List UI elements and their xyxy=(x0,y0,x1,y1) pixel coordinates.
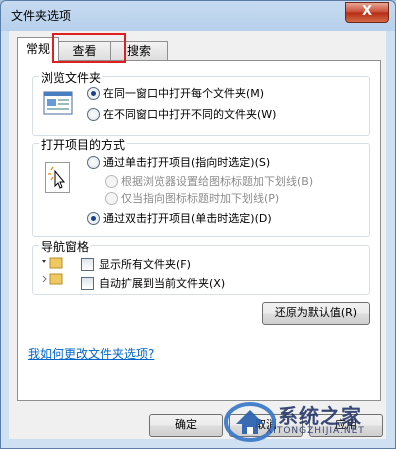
navigation-pane-group: 导航窗格 显示所有文件夹(F) 自动扩展到当前文件夹(X) xyxy=(32,238,370,295)
folder-options-window: 文件夹选项 X 常规 查看 搜索 浏览文件夹 在同一窗口中打开每个文件夹(M) xyxy=(0,0,396,449)
different-window-label[interactable]: 在不同窗口中打开不同的文件夹(W) xyxy=(103,106,276,122)
browse-folders-icon xyxy=(43,91,73,118)
browse-folders-title: 浏览文件夹 xyxy=(39,69,104,86)
underline-hover-label[interactable]: 仅当指向图标标题时加下划线(P) xyxy=(121,190,279,206)
watermark-subtext: XITONGZHIJIA.NET xyxy=(266,426,365,436)
site-watermark: 系统之家 XITONGZHIJIA.NET xyxy=(222,396,394,446)
single-click-radio[interactable] xyxy=(87,156,100,169)
same-window-label[interactable]: 在同一窗口中打开每个文件夹(M) xyxy=(103,85,264,101)
underline-browser-radio[interactable] xyxy=(105,175,118,188)
show-all-folders-checkbox[interactable] xyxy=(81,258,94,271)
navigation-pane-title: 导航窗格 xyxy=(39,238,92,255)
help-link[interactable]: 我如何更改文件夹选项? xyxy=(28,345,154,362)
show-all-folders-label[interactable]: 显示所有文件夹(F) xyxy=(99,256,191,272)
watermark-text: 系统之家 xyxy=(278,404,362,428)
close-button[interactable]: X xyxy=(345,2,389,23)
view-tab-highlight xyxy=(52,33,126,63)
auto-expand-checkbox[interactable] xyxy=(81,277,94,290)
watermark-logo-icon xyxy=(224,402,276,442)
underline-browser-label[interactable]: 根据浏览器设置给图标标题加下划线(B) xyxy=(121,173,313,189)
window-title: 文件夹选项 xyxy=(11,9,72,23)
browse-folders-group: 浏览文件夹 在同一窗口中打开每个文件夹(M) 在不同窗口中打开不同的文件夹(W) xyxy=(32,69,370,136)
pointer-icon xyxy=(45,162,71,197)
same-window-radio[interactable] xyxy=(87,87,100,100)
double-click-label[interactable]: 通过双击打开项目(单击时选定)(D) xyxy=(103,210,272,226)
auto-expand-label[interactable]: 自动扩展到当前文件夹(X) xyxy=(99,275,225,291)
title-bar[interactable]: 文件夹选项 X xyxy=(1,1,395,29)
underline-hover-radio[interactable] xyxy=(105,192,118,205)
restore-defaults-button[interactable]: 还原为默认值(R) xyxy=(262,302,370,325)
click-items-group: 打开项目的方式 通过单击打开项目(指向时选定)(S) 根据浏览器设置给图标标题加… xyxy=(32,136,370,237)
double-click-radio[interactable] xyxy=(87,212,100,225)
single-click-label[interactable]: 通过单击打开项目(指向时选定)(S) xyxy=(103,154,270,170)
folder-tree-icon xyxy=(39,256,69,291)
general-tab-panel: 浏览文件夹 在同一窗口中打开每个文件夹(M) 在不同窗口中打开不同的文件夹(W)… xyxy=(17,60,381,401)
different-window-radio[interactable] xyxy=(87,108,100,121)
click-items-title: 打开项目的方式 xyxy=(39,136,128,153)
ok-button[interactable]: 确定 xyxy=(149,414,223,437)
